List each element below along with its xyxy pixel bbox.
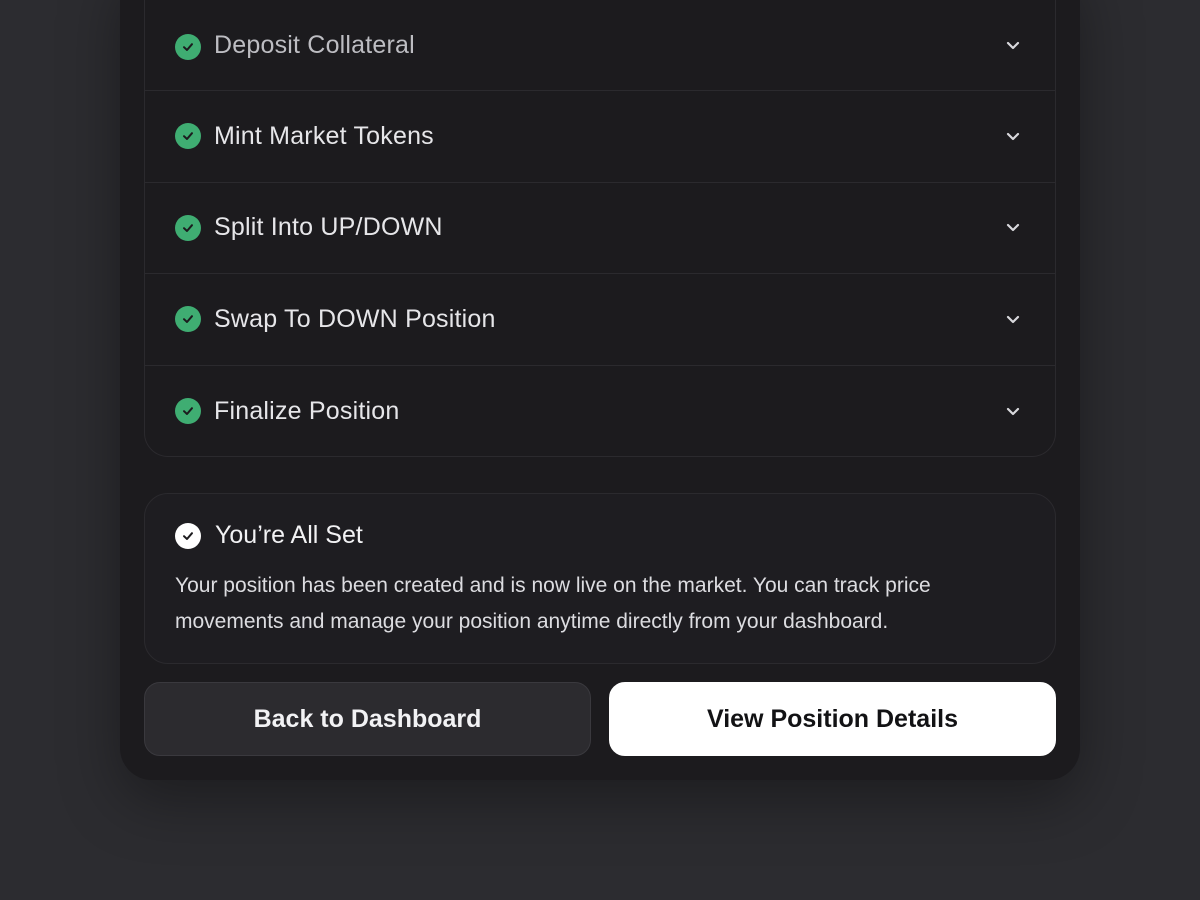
step-finalize-position[interactable]: Finalize Position: [145, 366, 1055, 457]
step-label: Mint Market Tokens: [214, 121, 434, 150]
confirmation-card: Deposit Collateral Mint Market Tokens Sp…: [120, 0, 1080, 780]
check-circle-icon: [175, 398, 201, 425]
back-to-dashboard-button[interactable]: Back to Dashboard: [144, 682, 591, 756]
completion-header: You’re All Set: [175, 521, 1025, 550]
check-circle-icon: [175, 34, 201, 60]
check-circle-icon: [175, 214, 201, 241]
step-mint-market-tokens[interactable]: Mint Market Tokens: [145, 91, 1055, 183]
completion-panel: You’re All Set Your position has been cr…: [144, 493, 1056, 664]
step-label: Finalize Position: [214, 396, 400, 425]
check-circle-icon: [175, 522, 201, 549]
step-deposit-collateral[interactable]: Deposit Collateral: [145, 0, 1055, 91]
check-circle-icon: [175, 306, 201, 333]
view-position-details-button[interactable]: View Position Details: [609, 682, 1056, 756]
chevron-down-icon[interactable]: [1005, 404, 1021, 418]
step-label: Swap To DOWN Position: [214, 304, 496, 333]
step-label: Split Into UP/DOWN: [214, 213, 443, 242]
check-circle-icon: [175, 123, 201, 150]
steps-list: Deposit Collateral Mint Market Tokens Sp…: [144, 0, 1056, 457]
chevron-down-icon[interactable]: [1005, 221, 1021, 235]
chevron-down-icon[interactable]: [1005, 312, 1021, 326]
chevron-down-icon[interactable]: [1005, 38, 1021, 52]
step-swap-to-down-position[interactable]: Swap To DOWN Position: [145, 274, 1055, 366]
completion-message: Your position has been created and is no…: [175, 574, 931, 633]
completion-title: You’re All Set: [215, 521, 363, 549]
step-label: Deposit Collateral: [214, 31, 415, 59]
step-split-into-up-down[interactable]: Split Into UP/DOWN: [145, 183, 1055, 274]
chevron-down-icon[interactable]: [1005, 129, 1021, 143]
